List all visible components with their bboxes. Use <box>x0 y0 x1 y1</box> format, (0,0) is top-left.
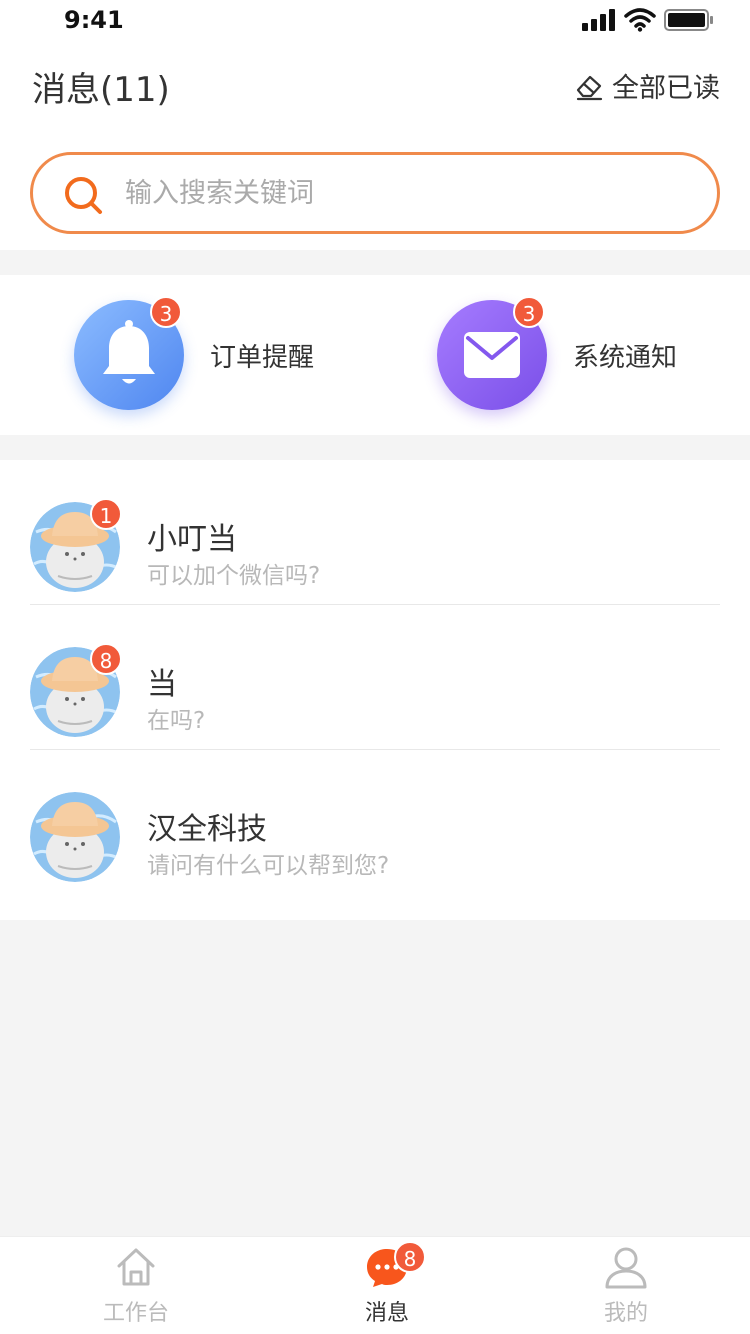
order-reminder-icon: 3 <box>74 296 184 410</box>
contact-name: 当 <box>147 667 177 702</box>
status-time: 9:41 <box>64 6 124 34</box>
header-area: 9:41 消息(11) 全部已读 输入搜索关键词 <box>0 0 750 250</box>
avatar <box>30 792 120 882</box>
system-notice-label: 系统通知 <box>573 342 678 373</box>
page-title: 消息(11) <box>32 70 170 110</box>
order-reminder-label: 订单提醒 <box>210 342 315 373</box>
tab-profile[interactable]: 我的 <box>551 1237 701 1334</box>
mark-all-read-button[interactable]: 全部已读 <box>574 66 720 105</box>
tab-workbench[interactable]: 工作台 <box>61 1237 211 1334</box>
eraser-icon <box>576 75 603 100</box>
search-bar[interactable] <box>30 152 720 234</box>
wifi-icon <box>624 8 656 32</box>
tab-label: 消息 <box>364 1301 409 1326</box>
conversation-item[interactable]: 8 当 在吗? <box>0 605 750 750</box>
battery-icon <box>664 9 713 31</box>
system-notice-button[interactable]: 3 系统通知 <box>437 275 677 435</box>
home-icon <box>117 1248 155 1286</box>
search-input[interactable] <box>125 171 685 215</box>
unread-badge: 1 <box>90 498 122 530</box>
order-reminder-button[interactable]: 3 订单提醒 <box>74 275 314 435</box>
conversation-list: 1 小叮当 可以加个微信吗? 8 当 在吗? 汉全科技 请问有什么可以帮到您? <box>0 460 750 920</box>
contact-name: 汉全科技 <box>147 812 267 847</box>
messages-page: 9:41 消息(11) 全部已读 输入搜索关键词 3 订单提醒 3 系统通知 1… <box>0 0 750 1334</box>
mark-all-read-label: 全部已读 <box>612 73 720 104</box>
signal-icon <box>582 9 615 31</box>
user-icon <box>605 1247 647 1289</box>
messages-tab-badge: 8 <box>394 1241 426 1273</box>
contact-name: 小叮当 <box>147 522 237 557</box>
last-message: 在吗? <box>147 708 206 734</box>
order-reminder-badge: 3 <box>150 296 182 328</box>
system-notice-badge: 3 <box>513 296 545 328</box>
unread-badge: 8 <box>90 643 122 675</box>
tab-label: 我的 <box>603 1301 648 1326</box>
status-icons <box>582 8 714 32</box>
system-notice-icon: 3 <box>437 296 547 410</box>
tab-messages[interactable]: 8 消息 <box>312 1237 462 1334</box>
conversation-item[interactable]: 汉全科技 请问有什么可以帮到您? <box>0 750 750 895</box>
tab-label: 工作台 <box>102 1301 169 1326</box>
notice-shortcuts: 3 订单提醒 3 系统通知 <box>0 275 750 435</box>
bottom-tab-bar: 工作台 8 消息 我的 <box>0 1236 750 1334</box>
search-icon <box>65 177 102 214</box>
last-message: 可以加个微信吗? <box>147 563 321 589</box>
status-bar: 9:41 <box>0 0 750 40</box>
last-message: 请问有什么可以帮到您? <box>147 853 390 879</box>
conversation-item[interactable]: 1 小叮当 可以加个微信吗? <box>0 460 750 605</box>
